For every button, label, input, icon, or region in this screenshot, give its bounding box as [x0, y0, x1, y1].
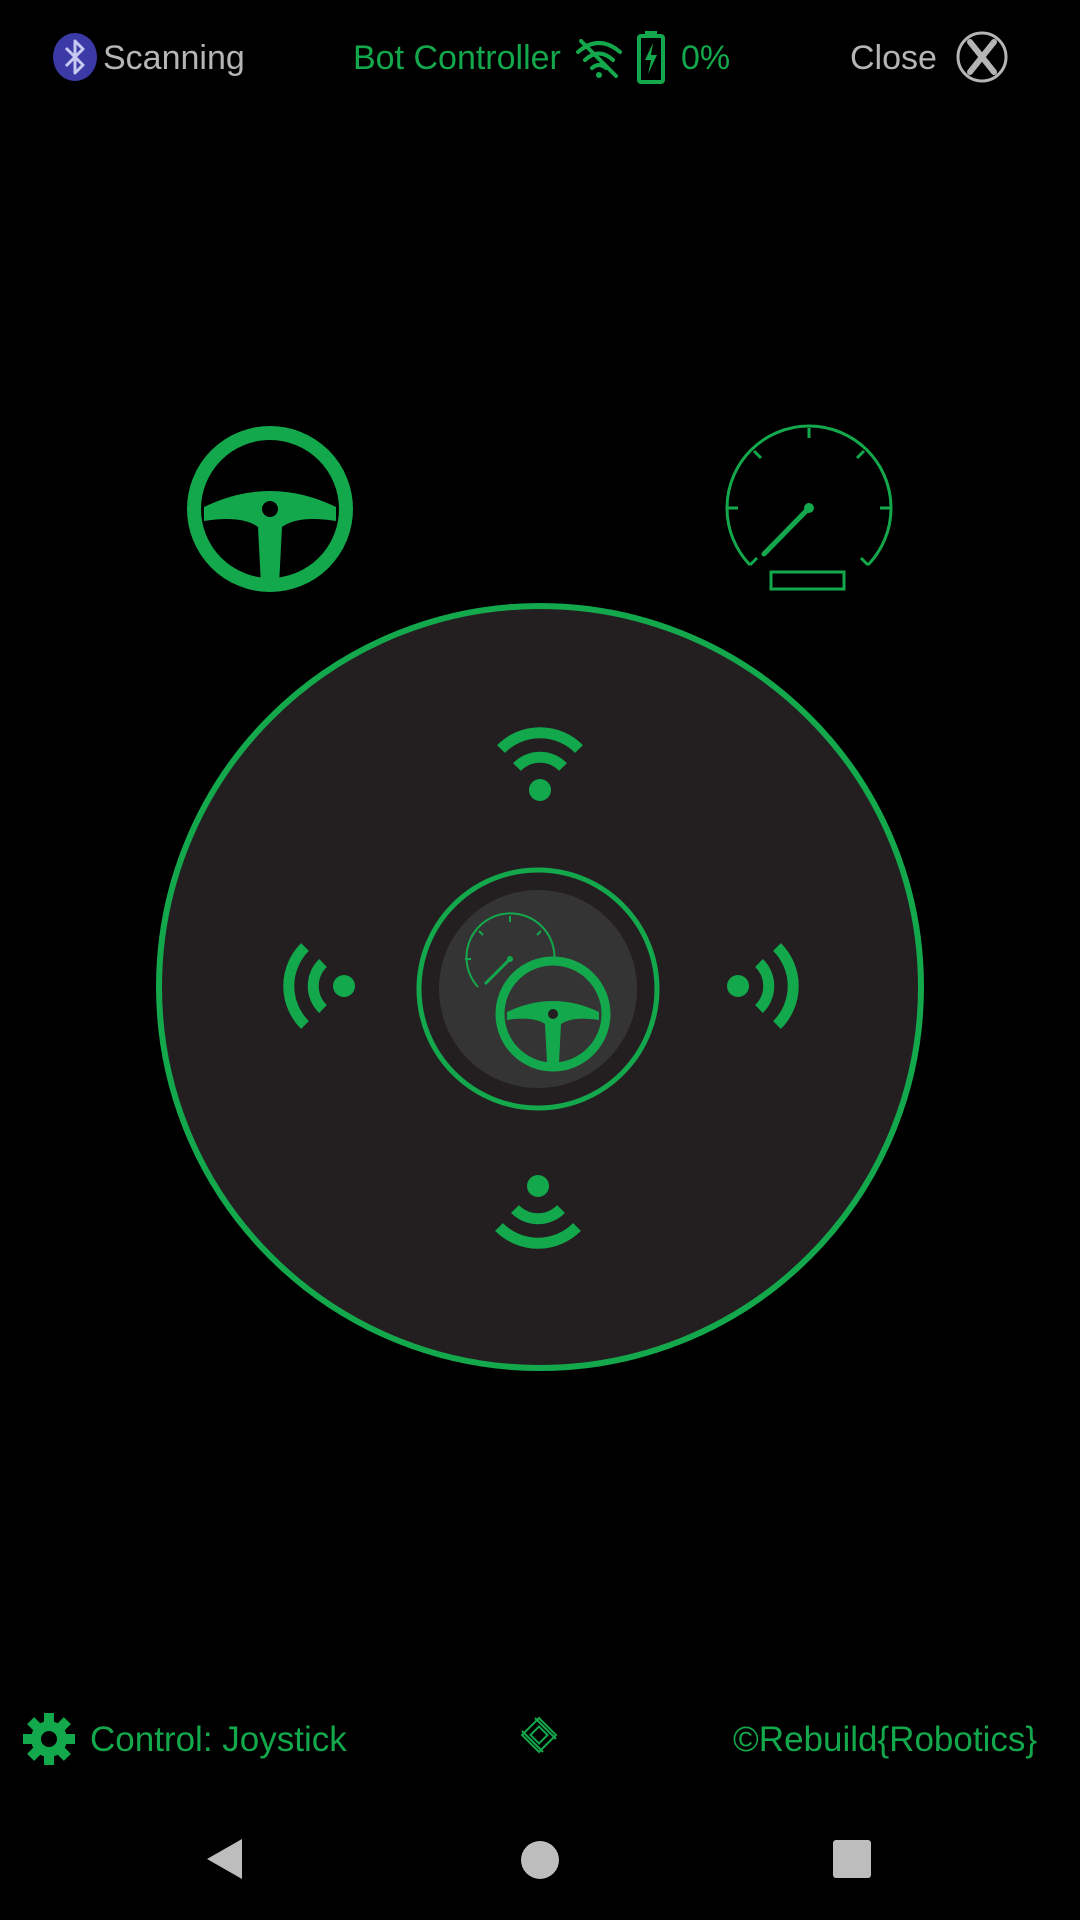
close-label[interactable]: Close	[850, 38, 937, 78]
wifi-off-icon	[576, 39, 622, 78]
steering-wheel-icon[interactable]	[186, 425, 354, 593]
signal-right-icon[interactable]	[710, 936, 810, 1036]
speedometer-icon[interactable]	[724, 424, 894, 594]
brand-label: ©Rebuild{Robotics}	[733, 1720, 1038, 1759]
home-icon[interactable]	[514, 1834, 566, 1886]
battery-charging-icon	[637, 31, 665, 84]
signal-up-icon[interactable]	[490, 716, 590, 816]
gear-icon[interactable]	[22, 1712, 76, 1766]
bluetooth-icon[interactable]	[52, 32, 98, 82]
signal-down-icon[interactable]	[488, 1160, 588, 1260]
app-title: Bot Controller	[353, 39, 561, 77]
recent-apps-icon[interactable]	[830, 1837, 874, 1881]
close-icon[interactable]	[955, 30, 1009, 84]
knob-steering-wheel-icon	[495, 956, 611, 1072]
joystick-knob[interactable]	[415, 866, 661, 1112]
back-icon[interactable]	[200, 1834, 250, 1884]
battery-percentage: 0%	[681, 39, 731, 77]
bluetooth-status-label[interactable]: Scanning	[103, 38, 245, 78]
chip-icon[interactable]	[514, 1710, 564, 1760]
signal-left-icon[interactable]	[272, 936, 372, 1036]
control-mode-label[interactable]: Control: Joystick	[90, 1720, 347, 1760]
